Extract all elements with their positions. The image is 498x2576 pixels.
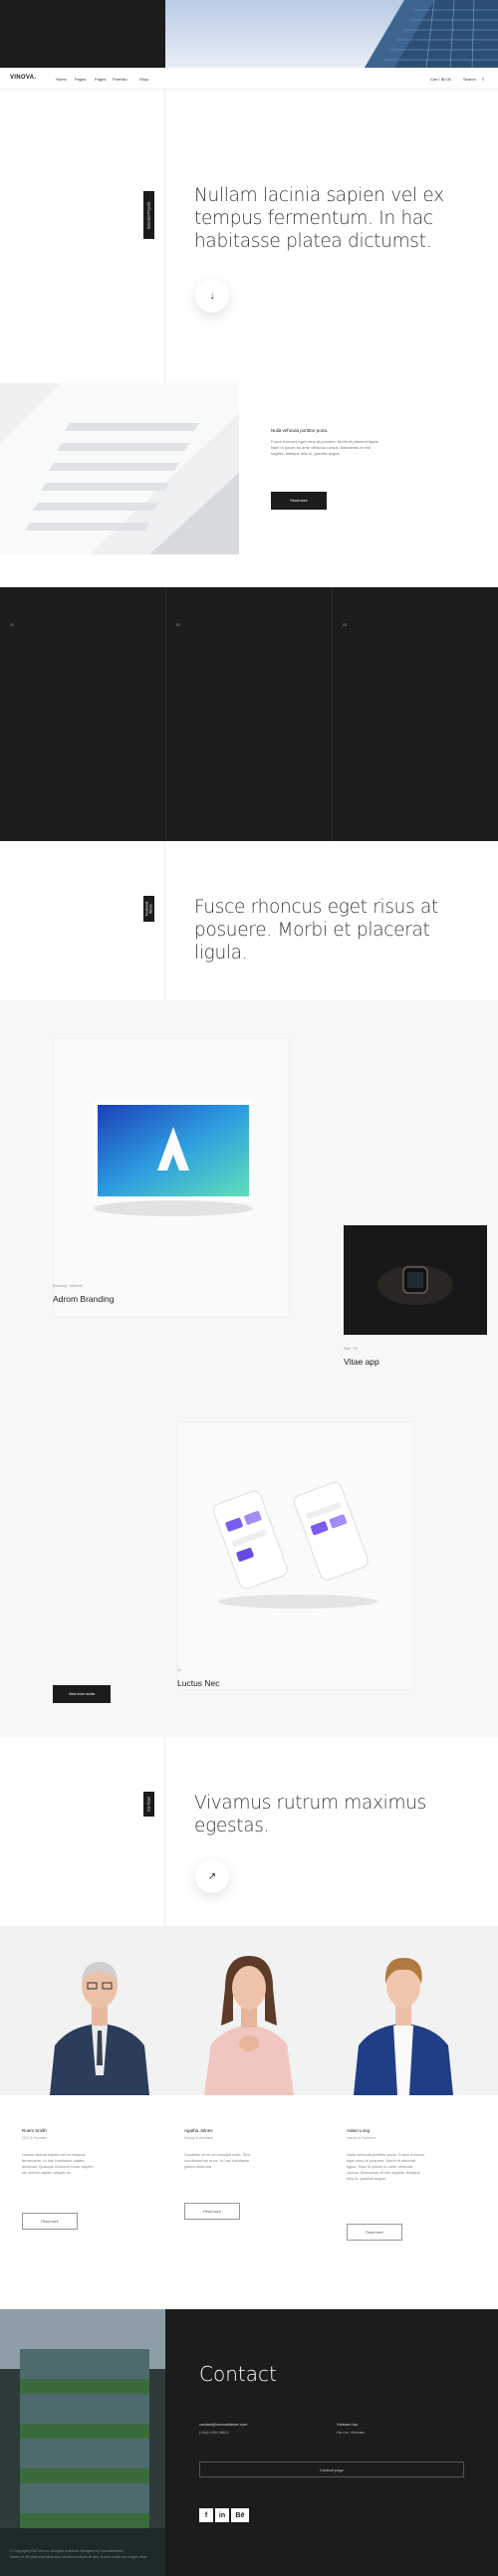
contact-email[interactable]: contact@vinovatheme.com: [199, 2422, 247, 2427]
nav-cart[interactable]: Cart / $0.00: [430, 77, 451, 82]
service-number: 02: [176, 623, 180, 627]
feature-text-line: sagittis, tristique felis in, gravida au…: [271, 451, 341, 456]
arrow-up-right-icon: ↗: [207, 1870, 217, 1882]
headline-line: Vivamus rutrum maximus: [194, 1793, 426, 1814]
arrow-down-icon: ↓: [209, 290, 215, 302]
column-divider: [164, 841, 165, 1000]
team-member-name: Agatha Jolnes: [184, 2128, 213, 2133]
column-divider: [164, 1737, 165, 1926]
portfolio-category: Branding · Website: [53, 1284, 83, 1288]
service-number: 01: [10, 623, 14, 627]
team-photo-adam: [354, 1958, 453, 2095]
portfolio-category: UI: [177, 1668, 181, 1672]
service-urban-planning[interactable]: Urban planning: [10, 630, 69, 639]
team-photo-roem: [50, 1962, 149, 2095]
nav-home[interactable]: Home: [56, 77, 67, 82]
team-read-more-button[interactable]: Read more: [22, 2213, 78, 2230]
view-more-works-button[interactable]: View more works: [53, 1685, 111, 1703]
headline-line: Fusce rhoncus eget risus at: [194, 897, 439, 918]
bio-line: platea dictumst.: [184, 2164, 213, 2169]
section-tag: Selected Projects: [143, 191, 154, 239]
portfolio-card-luctus[interactable]: [177, 1421, 414, 1690]
team-read-more-button[interactable]: Read more: [184, 2203, 240, 2220]
nav-search[interactable]: Search: [463, 77, 476, 82]
portfolio-title[interactable]: Luctus Nec: [177, 1678, 220, 1688]
team-member-name: Adam Long: [347, 2128, 371, 2133]
feature-title: Nulla vehicula porttitor porta.: [271, 428, 329, 433]
team-member-role: Design & Architect: [184, 2136, 213, 2140]
building-illustration: [365, 0, 498, 68]
nav-shop[interactable]: Shop: [139, 77, 148, 82]
staircase-image: [0, 383, 239, 554]
team-photo-agatha: [204, 1956, 294, 2095]
menu-icon[interactable]: ≡: [482, 77, 484, 82]
nav-pages[interactable]: Pages: [75, 77, 86, 82]
portfolio-card-vitae[interactable]: [344, 1225, 487, 1335]
section-tag: Featured Works: [143, 896, 154, 922]
laptop-mockup-image: [94, 1101, 253, 1216]
read-more-button[interactable]: Read more: [271, 492, 327, 510]
facebook-icon[interactable]: f: [199, 2508, 213, 2522]
services-section: [0, 587, 498, 841]
arrow-link-button[interactable]: ↗: [195, 1859, 229, 1893]
linkedin-icon[interactable]: in: [215, 2508, 229, 2522]
feature-text: Fusce rhoncus eget risus at posuere. Mor…: [271, 439, 460, 457]
behance-icon[interactable]: Bē: [231, 2508, 249, 2522]
headline-line: ligula.: [194, 943, 248, 964]
service-exterior-design[interactable]: Exterior Design: [176, 630, 235, 639]
bio-line: vel lacinia sapien aliquet ac.: [22, 2170, 72, 2175]
service-number: 03: [343, 623, 347, 627]
contact-title: Contact: [199, 2362, 277, 2386]
hero-dark-panel: [0, 0, 165, 68]
team-headline: Vivamus rutrum maximus egestas.: [194, 1792, 493, 1837]
scroll-down-button[interactable]: ↓: [195, 279, 229, 313]
team-member-name: Roem Smith: [22, 2128, 47, 2133]
works-headline: Fusce rhoncus eget risus at posuere. Mor…: [194, 896, 493, 965]
hero-building-image: [165, 0, 498, 68]
portfolio-title[interactable]: Adrom Branding: [53, 1294, 114, 1304]
contact-phone: (+84) 0000 8823: [199, 2430, 229, 2435]
headline-line: tempus fermentum. In hac: [194, 208, 433, 229]
headline-line: posuere. Morbi et placerat: [194, 920, 430, 941]
portfolio-title[interactable]: Vitae app: [344, 1357, 379, 1367]
staircase-illustration: [0, 383, 239, 554]
headline-line: Nullam lacinia sapien vel ex: [194, 185, 444, 206]
team-read-more-button[interactable]: Read more: [347, 2224, 402, 2241]
column-divider: [164, 90, 165, 383]
headline-line: egestas.: [194, 1816, 270, 1836]
contact-address-line: Vietnam Inc.: [337, 2422, 360, 2427]
footer-line: Donec et elit vitae erat bibendum faucib…: [10, 2555, 147, 2559]
team-member-role: Interior & Furniture: [347, 2136, 376, 2140]
section-tag: Our Team: [143, 1792, 154, 1817]
site-logo[interactable]: VINOVA.: [10, 75, 36, 81]
contact-page-button[interactable]: Contact page: [199, 2462, 464, 2477]
contact-building-image: [0, 2309, 165, 2576]
team-member-bio: Nullam lacinia sapien vel ex tempus ferm…: [22, 2152, 151, 2176]
team-member-bio: Nulla vehicula porttitor porta. Fusce rh…: [347, 2152, 486, 2182]
footer-copyright: © Copyright 2020 Vinova. All rights rese…: [10, 2548, 309, 2560]
team-member-role: CEO & Founder: [22, 2136, 47, 2140]
services-divider: [165, 587, 166, 841]
contact-address-line: Ha noi, Vietnam: [337, 2430, 366, 2435]
nav-pages-2[interactable]: Pages: [95, 77, 106, 82]
portfolio-category: Web · UI: [344, 1347, 358, 1351]
intro-headline: Nullam lacinia sapien vel ex tempus ferm…: [194, 184, 493, 253]
bio-line: felis in, gravida augue.: [347, 2176, 387, 2181]
smartwatch-image: [344, 1225, 487, 1335]
team-member-bio: Curabitur et mi vel suscipit nulla. Sed …: [184, 2152, 314, 2170]
portfolio-card-adrom[interactable]: [53, 1038, 290, 1317]
nav-portfolio[interactable]: Portfolio: [113, 77, 127, 82]
services-divider: [332, 587, 333, 841]
headline-line: habitasse platea dictumst.: [194, 231, 432, 252]
service-interior-design[interactable]: Interior Design: [343, 630, 398, 639]
phone-mockup-image: [212, 1482, 377, 1609]
